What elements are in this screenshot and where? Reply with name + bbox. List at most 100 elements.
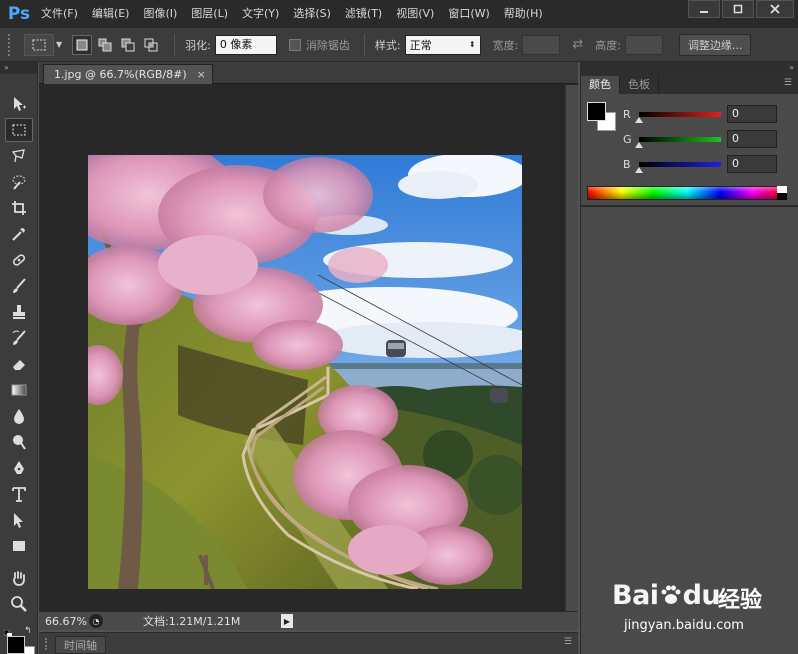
refine-edge-button[interactable]: 调整边缘... — [678, 33, 752, 56]
red-slider-row: R 0 — [623, 104, 793, 124]
eraser-tool-icon[interactable] — [5, 352, 33, 376]
window-controls — [686, 0, 794, 18]
tab-color[interactable]: 颜色 — [581, 76, 620, 94]
quick-select-tool-icon[interactable] — [5, 170, 33, 194]
gradient-tool-icon[interactable] — [5, 378, 33, 402]
brush-tool-icon[interactable] — [5, 274, 33, 298]
panel-foreground-swatch[interactable] — [587, 102, 606, 121]
minimize-icon[interactable] — [688, 0, 720, 18]
subtract-selection-button[interactable] — [118, 35, 138, 55]
status-info-icon[interactable]: ◔ — [89, 614, 103, 628]
color-panel-tabs: 颜色 色板 ☰ — [581, 74, 798, 94]
rectangle-tool-icon[interactable] — [5, 534, 33, 558]
options-bar: ▼ 羽化: 0 像素 消除锯齿 样式: 正常 ⬍ 宽度: ⇄ 高度: 调整边缘.… — [0, 28, 798, 62]
chevron-down-icon[interactable]: ▼ — [56, 40, 62, 49]
eyedropper-tool-icon[interactable] — [5, 222, 33, 246]
chevron-updown-icon: ⬍ — [468, 40, 476, 49]
history-brush-tool-icon[interactable] — [5, 326, 33, 350]
menu-type[interactable]: 文字(Y) — [235, 0, 286, 28]
new-selection-button[interactable] — [72, 34, 93, 55]
feather-input[interactable]: 0 像素 — [214, 34, 277, 55]
vertical-scrollbar[interactable] — [565, 85, 578, 611]
blue-slider-row: B 0 — [623, 154, 793, 174]
height-label: 高度: — [595, 38, 621, 52]
menu-edit[interactable]: 编辑(E) — [85, 0, 137, 28]
zoom-level[interactable]: 66.67% — [39, 615, 89, 628]
antialias-checkbox[interactable] — [288, 38, 301, 51]
move-tool-icon[interactable] — [5, 92, 33, 116]
menu-help[interactable]: 帮助(H) — [497, 0, 550, 28]
menu-filter[interactable]: 滤镜(T) — [338, 0, 389, 28]
menu-window[interactable]: 窗口(W) — [441, 0, 496, 28]
document-tab[interactable]: 1.jpg @ 66.7%(RGB/8#) × — [43, 64, 213, 84]
color-panel-menu-icon[interactable]: ☰ — [784, 78, 792, 88]
menu-layer[interactable]: 图层(L) — [184, 0, 235, 28]
crop-tool-icon[interactable] — [5, 196, 33, 220]
tab-swatches[interactable]: 色板 — [620, 76, 659, 94]
zoom-tool-icon[interactable] — [5, 592, 33, 616]
path-select-tool-icon[interactable] — [5, 508, 33, 532]
status-menu-arrow-icon[interactable]: ▶ — [281, 614, 293, 628]
healing-brush-tool-icon[interactable] — [5, 248, 33, 272]
toolbox-collapse-icon[interactable]: » — [0, 62, 37, 74]
blur-tool-icon[interactable] — [5, 404, 33, 428]
green-slider-row: G 0 — [623, 129, 793, 149]
green-value[interactable]: 0 — [727, 130, 777, 148]
style-select[interactable]: 正常 ⬍ — [404, 34, 481, 55]
width-label: 宽度: — [492, 38, 519, 52]
height-input[interactable] — [624, 34, 663, 55]
menu-bar: Ps 文件(F) 编辑(E) 图像(I) 图层(L) 文字(Y) 选择(S) 滤… — [0, 0, 798, 28]
color-swatches[interactable]: ↰ — [3, 626, 35, 654]
paw-icon — [661, 585, 681, 604]
clone-stamp-tool-icon[interactable] — [5, 300, 33, 324]
close-icon[interactable] — [756, 0, 794, 18]
add-selection-button[interactable] — [95, 35, 115, 55]
type-tool-icon[interactable] — [5, 482, 33, 506]
dodge-tool-icon[interactable] — [5, 430, 33, 454]
panels-collapse-icon[interactable]: » — [581, 62, 798, 74]
tool-preset-picker[interactable] — [24, 33, 54, 56]
document-tab-title: 1.jpg @ 66.7%(RGB/8#) — [54, 67, 187, 81]
width-input[interactable] — [522, 34, 561, 55]
default-colors-icon[interactable] — [3, 628, 12, 638]
hand-tool-icon[interactable] — [5, 566, 33, 590]
style-label: 样式: — [374, 38, 401, 52]
green-slider-thumb[interactable] — [635, 141, 643, 148]
blue-slider[interactable] — [635, 161, 721, 173]
menu-image[interactable]: 图像(I) — [136, 0, 184, 28]
foreground-color-swatch[interactable] — [7, 636, 25, 654]
blue-value[interactable]: 0 — [727, 155, 777, 173]
green-slider[interactable] — [635, 136, 721, 148]
rect-marquee-tool-icon[interactable] — [5, 118, 33, 142]
red-slider[interactable] — [635, 111, 721, 123]
close-tab-icon[interactable]: × — [197, 65, 206, 85]
timeline-menu-icon[interactable]: ☰ — [564, 637, 572, 647]
tab-timeline[interactable]: 时间轴 — [55, 636, 106, 654]
document-area: 1.jpg @ 66.7%(RGB/8#) × 66.67% ◔ 文档:1.21… — [39, 62, 578, 630]
canvas-pasteboard[interactable] — [42, 85, 565, 611]
document-tab-strip: 1.jpg @ 66.7%(RGB/8#) × — [39, 62, 578, 84]
red-value[interactable]: 0 — [727, 105, 777, 123]
swap-icon[interactable]: ⇄ — [572, 37, 583, 52]
pen-tool-icon[interactable] — [5, 456, 33, 480]
color-spectrum-bar[interactable] — [587, 186, 787, 200]
black-white-swatch[interactable] — [777, 186, 787, 200]
options-grip[interactable] — [8, 33, 16, 56]
antialias-label: 消除锯齿 — [305, 38, 350, 52]
menu-view[interactable]: 视图(V) — [389, 0, 441, 28]
menu-file[interactable]: 文件(F) — [34, 0, 85, 28]
menu-select[interactable]: 选择(S) — [286, 0, 338, 28]
separator — [363, 33, 365, 56]
timeline-grip[interactable] — [45, 638, 51, 650]
baidu-jingyan-watermark: Bai du 经验 jingyan.baidu.com — [612, 568, 792, 640]
photoshop-logo: Ps — [7, 4, 31, 24]
intersect-selection-button[interactable] — [141, 35, 161, 55]
red-slider-thumb[interactable] — [635, 116, 643, 123]
photo-canvas[interactable] — [88, 155, 522, 589]
lasso-tool-icon[interactable] — [5, 144, 33, 168]
style-select-value: 正常 — [409, 38, 432, 52]
swap-colors-icon[interactable]: ↰ — [24, 626, 32, 636]
blue-slider-thumb[interactable] — [635, 166, 643, 173]
status-bar: 66.67% ◔ 文档:1.21M/1.21M ▶ — [39, 611, 578, 630]
maximize-icon[interactable] — [722, 0, 754, 18]
